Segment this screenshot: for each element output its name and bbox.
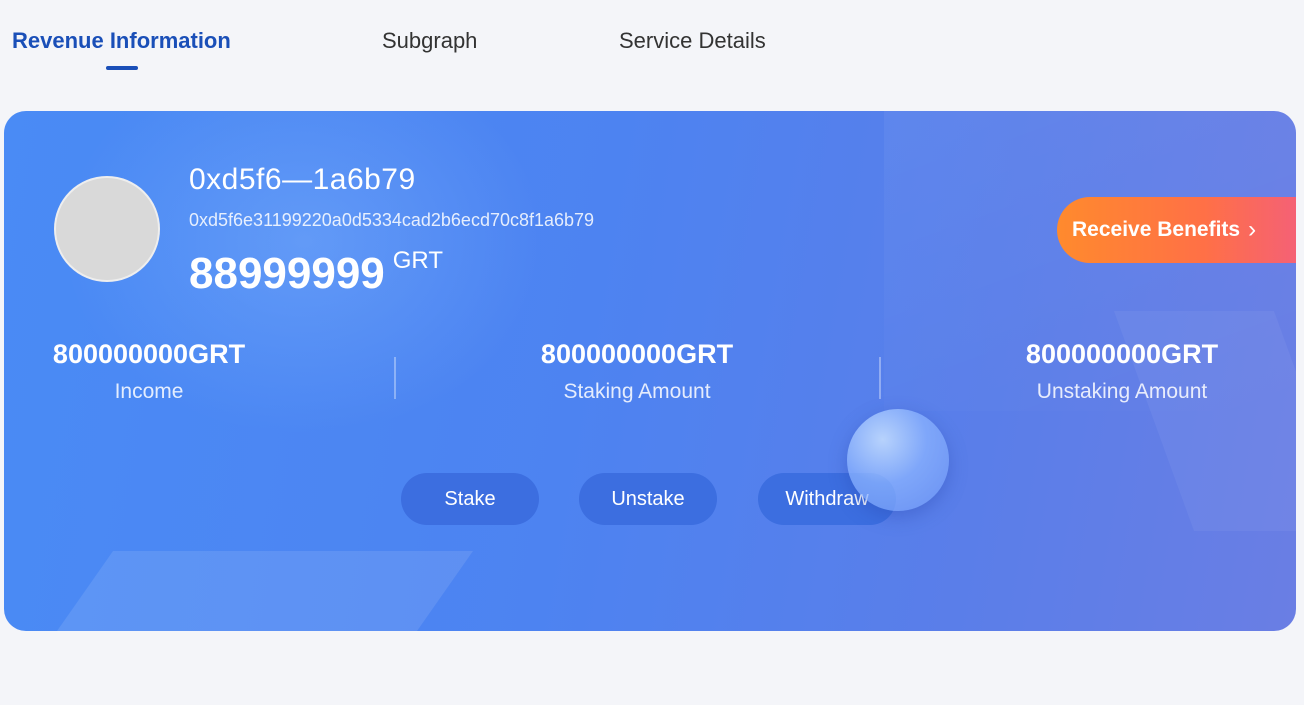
unstaking-amount-value: 800000000GRT [1025, 339, 1219, 369]
stat-divider [879, 357, 881, 399]
tab-subgraph[interactable]: Subgraph [382, 28, 477, 54]
active-tab-indicator [106, 66, 138, 70]
receive-benefits-label: Receive Benefits [1072, 218, 1241, 241]
tab-service-details[interactable]: Service Details [619, 28, 766, 54]
chevron-right-icon: › [1248, 216, 1257, 243]
staking-amount-label: Staking Amount [563, 380, 711, 403]
receive-benefits-button[interactable]: Receive Benefits › [1057, 197, 1296, 263]
tab-revenue-information[interactable]: Revenue Information [12, 28, 231, 54]
balance-value: 88999999 [189, 249, 385, 298]
stake-button[interactable]: Stake [401, 473, 539, 525]
unstake-button[interactable]: Unstake [579, 473, 717, 525]
stat-divider [394, 357, 396, 399]
balance: 88999999 GRT [189, 247, 443, 299]
short-address: 0xd5f6—1a6b79 [189, 163, 416, 196]
income-label: Income [114, 380, 184, 403]
balance-unit: GRT [392, 247, 443, 274]
income-stat: 800000000GRT Income [4, 339, 294, 404]
background-shape [14, 551, 474, 631]
avatar [54, 176, 160, 282]
full-address: 0xd5f6e31199220a0d5334cad2b6ecd70c8f1a6b… [189, 210, 595, 230]
revenue-card: 0xd5f6—1a6b79 0xd5f6e31199220a0d5334cad2… [4, 111, 1296, 631]
withdraw-button[interactable]: Withdraw [758, 473, 896, 525]
income-value: 800000000GRT [52, 339, 246, 369]
unstaking-amount-label: Unstaking Amount [1036, 380, 1208, 403]
tab-bar: Revenue Information Subgraph Service Det… [0, 0, 1304, 90]
unstaking-amount-stat: 800000000GRT Unstaking Amount [977, 339, 1267, 404]
staking-amount-value: 800000000GRT [540, 339, 734, 369]
staking-amount-stat: 800000000GRT Staking Amount [492, 339, 782, 404]
